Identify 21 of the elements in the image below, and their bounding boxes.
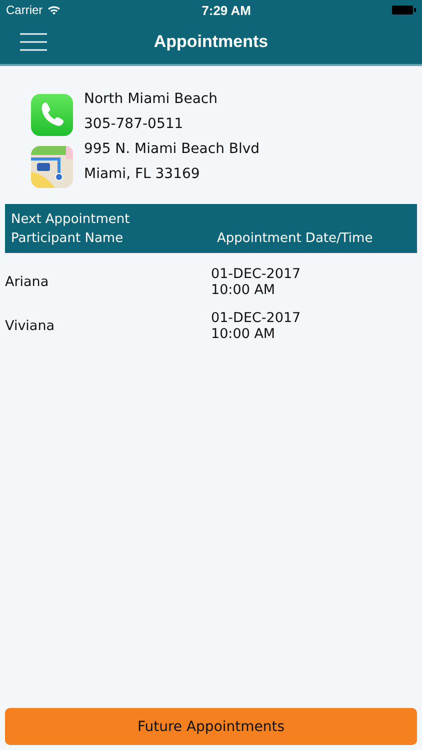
clock: 7:29 AM [202, 2, 252, 18]
wifi-icon [46, 5, 61, 15]
participant-name: Ariana [5, 274, 50, 290]
carrier-label: Carrier [6, 3, 43, 17]
battery-icon [392, 5, 416, 15]
location-name: North Miami Beach [84, 90, 218, 108]
participant-name: Viviana [5, 318, 56, 334]
screen-title: Appointments [154, 32, 268, 52]
future-appointments-button[interactable]: Future Appointments [5, 708, 417, 745]
map-app-icon[interactable] [31, 146, 73, 188]
city-address: Miami, FL 33169 [84, 165, 201, 183]
appointment-time: 10:00 AM [211, 282, 276, 298]
column-header: Appointment Date/Time [217, 230, 373, 246]
phone-number[interactable]: 305-787-0511 [84, 115, 391, 133]
street-address[interactable]: 995 N. Miami Beach Blvd [84, 140, 391, 158]
appointment-date: 01-DEC-2017 [211, 266, 301, 282]
table-title: Next Appointment [11, 212, 131, 226]
appointment-time: 10:00 AM [211, 326, 276, 342]
menu-button[interactable] [20, 33, 47, 54]
column-header: Participant Name [11, 230, 124, 246]
appointment-date: 01-DEC-2017 [211, 310, 301, 326]
